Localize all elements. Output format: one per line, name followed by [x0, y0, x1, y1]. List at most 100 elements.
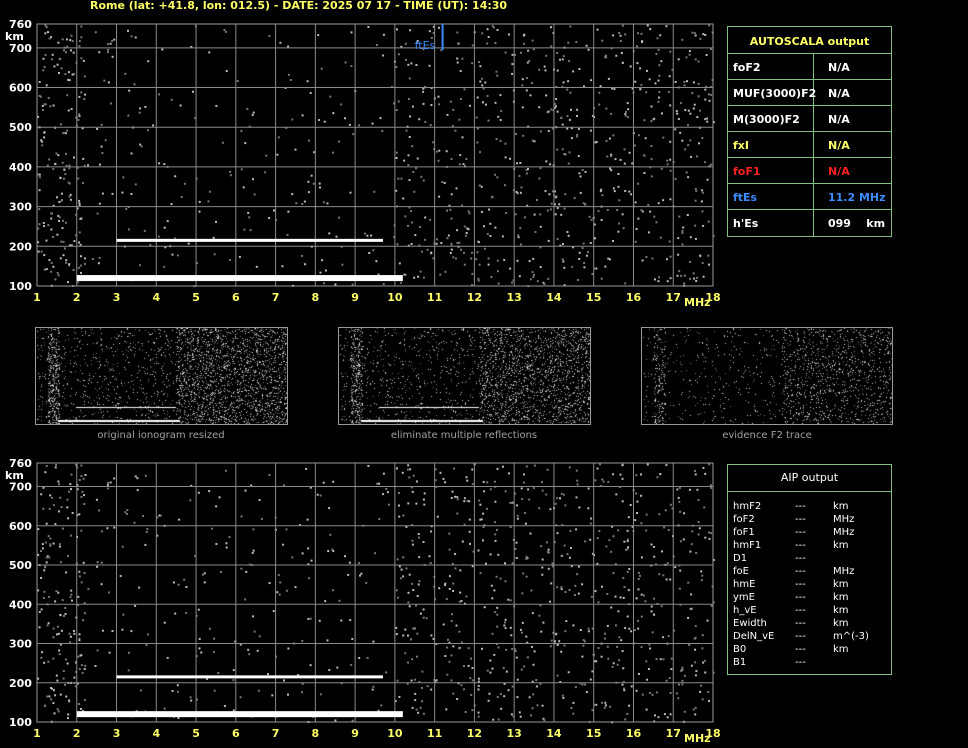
- ionogram-trace-2: [116, 675, 383, 679]
- autoscala-panel: AUTOSCALA output foF2 N/A MUF(3000)F2 N/A M(…: [727, 26, 892, 237]
- x-tick-label: 3: [113, 727, 121, 740]
- x-axis-label: MHz: [684, 296, 711, 309]
- autoscala-row-m-3000-f2: M(3000)F2 N/A: [728, 105, 891, 132]
- aip-label: hmF1: [733, 540, 762, 551]
- x-tick-label: 16: [626, 727, 642, 740]
- ftes-label: ftEs: [415, 39, 436, 52]
- aip-label: ymE: [733, 592, 755, 603]
- autoscala-row-fxi: fxI N/A: [728, 131, 891, 158]
- aip-divider: [728, 491, 891, 492]
- y-tick-label: 700: [9, 481, 32, 494]
- aip-value: ---: [795, 605, 806, 616]
- x-tick-label: 4: [152, 727, 160, 740]
- ionogram-noise: [37, 24, 715, 288]
- autoscala-value: N/A: [828, 139, 850, 152]
- autoscala-row-h-es: h'Es 099 km: [728, 209, 891, 236]
- x-tick-label: 2: [73, 727, 81, 740]
- autoscala-label: fxI: [733, 139, 749, 152]
- aip-value: ---: [795, 644, 806, 655]
- x-tick-label: 8: [312, 727, 320, 740]
- aip-unit: MHz: [833, 566, 855, 577]
- ionogram-grid: [36, 462, 714, 723]
- aip-unit: km: [833, 540, 849, 551]
- x-tick-label: 7: [272, 291, 280, 304]
- ionogram-chart-top: ftEs1 2 3 4 5 6 7 8 9 10 11 12 13 14 15 16 17 18100200300…: [5, 18, 721, 309]
- x-tick-label: 2: [73, 291, 81, 304]
- autoscala-label: ftEs: [733, 191, 758, 204]
- aip-value: ---: [795, 514, 806, 525]
- x-tick-label: 4: [152, 291, 160, 304]
- aip-value: ---: [795, 657, 806, 668]
- y-tick-label: 300: [9, 638, 32, 651]
- y-tick-label: 400: [9, 598, 32, 611]
- aip-unit: m^(-3): [833, 631, 869, 642]
- x-tick-label: 1: [33, 291, 41, 304]
- ionogram-chart-bottom: 1 2 3 4 5 6 7 8 9 10 11 12 13 14 15 16 17 181002003004005…: [5, 457, 721, 745]
- x-tick-label: 9: [351, 291, 359, 304]
- autoscala-label: foF1: [733, 165, 761, 178]
- y-tick-label: 700: [9, 42, 32, 55]
- x-tick-label: 12: [467, 727, 482, 740]
- aip-unit: km: [833, 644, 849, 655]
- thumbnail-eliminate: [338, 327, 591, 425]
- aip-value: ---: [795, 501, 806, 512]
- x-tick-label: 6: [232, 727, 240, 740]
- aip-title: AIP output: [780, 471, 839, 484]
- autoscala-row-muf-3000-f2: MUF(3000)F2 N/A: [728, 79, 891, 106]
- x-tick-label: 15: [586, 291, 601, 304]
- x-tick-label: 14: [546, 727, 562, 740]
- aip-unit: MHz: [833, 527, 855, 538]
- aip-unit: MHz: [833, 514, 855, 525]
- thumbnail-evidence: [641, 327, 893, 425]
- autoscala-value: 11.2 MHz: [828, 191, 886, 204]
- aip-value: ---: [795, 618, 806, 629]
- x-tick-label: 15: [586, 727, 601, 740]
- y-axis-label: km: [5, 469, 24, 482]
- ionogram-trace-2: [116, 238, 383, 242]
- y-tick-label: 200: [9, 677, 32, 690]
- y-tick-label: 600: [9, 82, 32, 95]
- thumbnail-caption-original: original ionogram resized: [97, 430, 225, 441]
- y-tick-label: 300: [9, 201, 32, 214]
- x-tick-label: 17: [666, 291, 681, 304]
- thumbnail-caption-eliminate: eliminate multiple reflections: [390, 430, 538, 441]
- autoscala-value: N/A: [828, 165, 850, 178]
- y-tick-label: 400: [9, 161, 32, 174]
- y-tick-label: 100: [9, 280, 32, 293]
- y-tick-label: 200: [9, 240, 32, 253]
- autoscala-row-fof1: foF1 N/A: [728, 157, 891, 184]
- aip-unit: km: [833, 605, 849, 616]
- aip-unit: km: [833, 579, 849, 590]
- autoscala-value: N/A: [828, 113, 850, 126]
- x-tick-label: 11: [427, 727, 442, 740]
- ionogram-trace-1: [76, 275, 403, 282]
- x-tick-label: 13: [507, 291, 522, 304]
- aip-label: D1: [733, 553, 748, 564]
- aip-label: hmF2: [733, 501, 762, 512]
- x-tick-label: 10: [387, 727, 403, 740]
- x-tick-label: 7: [272, 727, 280, 740]
- autoscala-row-ftes: ftEs 11.2 MHz: [728, 183, 891, 210]
- autoscala-label: MUF(3000)F2: [733, 87, 817, 100]
- aip-value: ---: [795, 540, 806, 551]
- y-axis-label: km: [5, 30, 24, 43]
- x-tick-label: 8: [312, 291, 320, 304]
- aip-unit: km: [833, 592, 849, 603]
- x-tick-label: 12: [467, 291, 482, 304]
- x-tick-label: 13: [507, 727, 522, 740]
- aip-value: ---: [795, 592, 806, 603]
- x-tick-label: 9: [351, 727, 359, 740]
- aip-value: ---: [795, 631, 806, 642]
- autoscala-label: M(3000)F2: [733, 113, 800, 126]
- aip-unit: km: [833, 618, 849, 629]
- x-axis-label: MHz: [684, 732, 711, 745]
- aip-label: hmE: [733, 579, 756, 590]
- x-tick-label: 10: [387, 291, 403, 304]
- x-tick-label: 6: [232, 291, 240, 304]
- aip-value: ---: [795, 579, 806, 590]
- autoscala-row-fof2: foF2 N/A: [728, 53, 891, 80]
- y-tick-label: 600: [9, 520, 32, 533]
- aip-value: ---: [795, 566, 806, 577]
- aip-unit: km: [833, 501, 849, 512]
- autoscala-title: AUTOSCALA output: [749, 35, 870, 48]
